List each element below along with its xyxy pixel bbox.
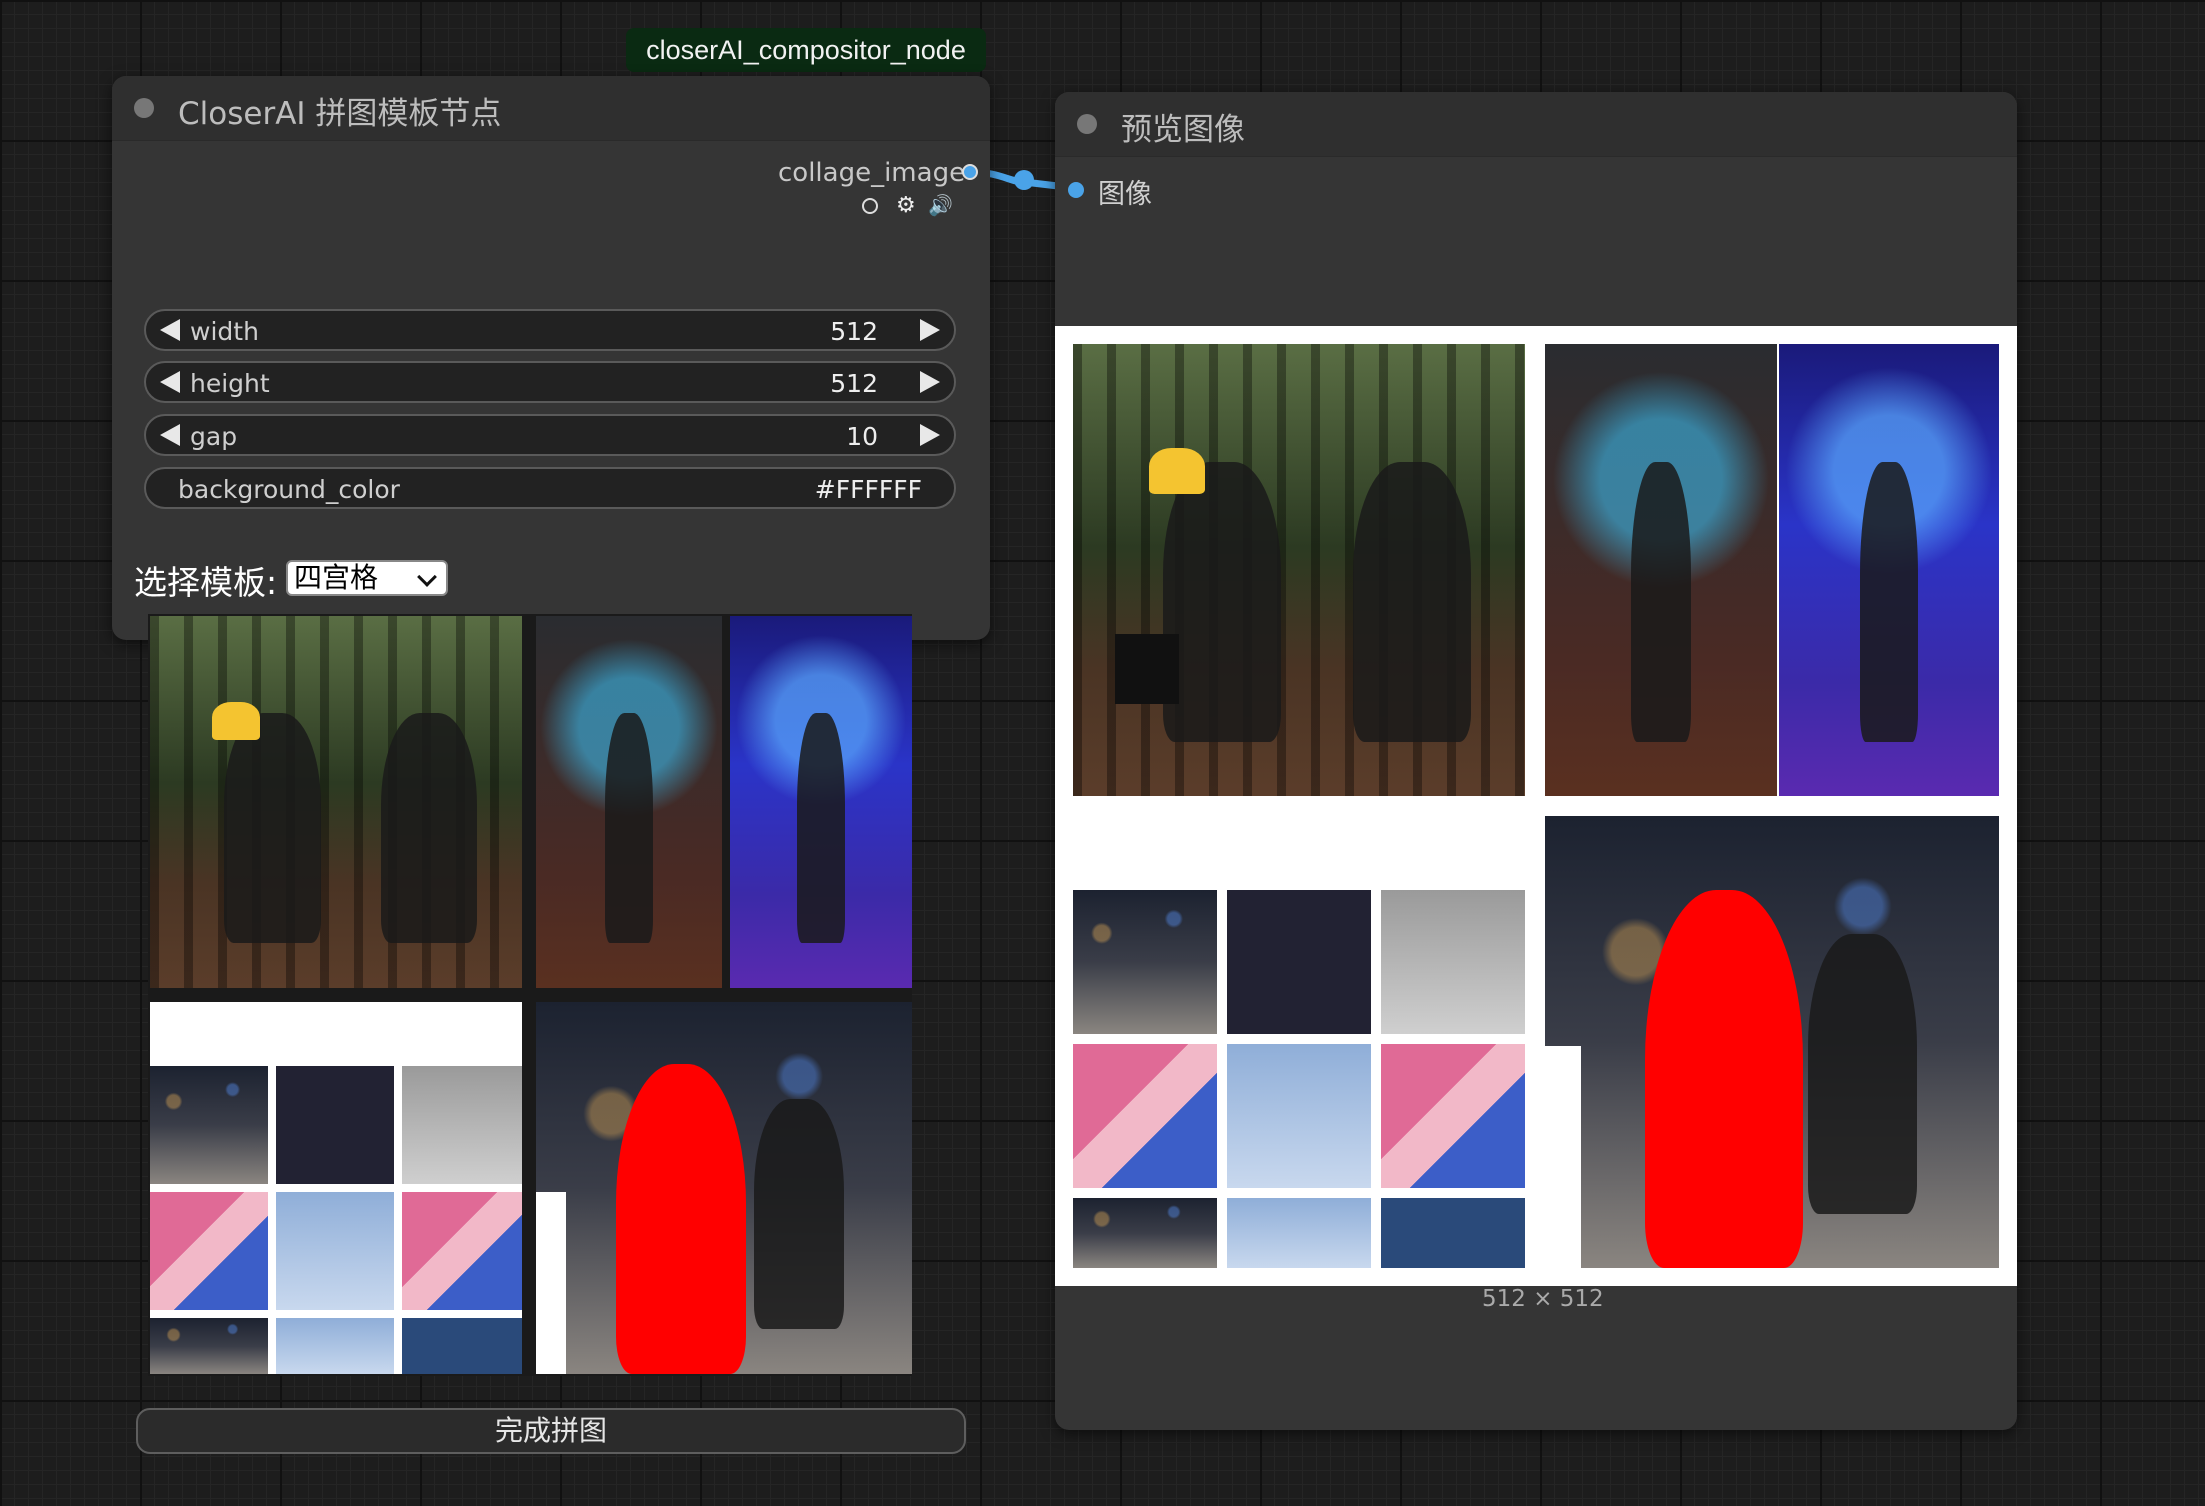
gap-value[interactable]: 10	[846, 422, 878, 451]
template-label: 选择模板:	[134, 563, 278, 602]
preview-image[interactable]	[1055, 326, 2017, 1286]
badge-circle-icon	[862, 198, 878, 214]
width-label: width	[190, 317, 259, 346]
decrement-arrow-icon[interactable]	[160, 319, 180, 341]
background-color-value[interactable]: #FFFFFF	[815, 475, 922, 504]
compositor-node-title: CloserAI 拼图模板节点	[178, 96, 502, 132]
finish-collage-button[interactable]: 完成拼图	[136, 1408, 966, 1454]
preview-node-title: 预览图像	[1121, 112, 1245, 148]
height-widget[interactable]: height 512	[144, 361, 956, 403]
preview-tile-portrait-grid	[1073, 816, 1525, 1268]
increment-arrow-icon[interactable]	[920, 371, 940, 393]
width-value[interactable]: 512	[830, 317, 878, 346]
chevron-down-icon	[417, 567, 437, 587]
node-type-badge: closerAI_compositor_node	[626, 28, 986, 72]
preview-tile-forest	[1073, 344, 1525, 796]
compositor-node-titlebar[interactable]: CloserAI 拼图模板节点	[112, 76, 990, 141]
preview-tile-street-mask	[1545, 816, 1999, 1268]
speaker-icon: 🔊	[928, 193, 953, 217]
output-slot-dot[interactable]	[962, 164, 978, 180]
collage-tile-forest	[150, 616, 522, 988]
increment-arrow-icon[interactable]	[920, 424, 940, 446]
height-label: height	[190, 369, 270, 398]
decrement-arrow-icon[interactable]	[160, 424, 180, 446]
preview-tile-neon-left	[1545, 344, 1777, 796]
settings-gear-icon: ⚙	[896, 193, 916, 218]
collapse-dot-icon[interactable]	[1077, 114, 1097, 134]
collage-tile-neon-right	[730, 616, 912, 988]
collage-tile-neon-left	[536, 616, 722, 988]
input-slot-dot[interactable]	[1068, 182, 1084, 198]
preview-node-titlebar[interactable]: 预览图像	[1055, 92, 2017, 157]
width-widget[interactable]: width 512	[144, 309, 956, 351]
gap-widget[interactable]: gap 10	[144, 414, 956, 456]
preview-tile-neon-right	[1779, 344, 1999, 796]
increment-arrow-icon[interactable]	[920, 319, 940, 341]
collapse-dot-icon[interactable]	[134, 98, 154, 118]
preview-size-text: 512 × 512	[1482, 1286, 1604, 1312]
collage-tile-portrait-grid	[150, 1002, 522, 1374]
template-preview-collage	[148, 614, 912, 1376]
collage-tile-street-mask	[536, 1002, 912, 1374]
background-color-label: background_color	[178, 475, 400, 504]
background-color-widget[interactable]: background_color #FFFFFF	[144, 467, 956, 509]
gap-label: gap	[190, 422, 238, 451]
output-label: collage_image	[778, 158, 966, 188]
template-selected-value: 四宫格	[294, 561, 379, 594]
template-select[interactable]: 四宫格	[286, 560, 448, 596]
decrement-arrow-icon[interactable]	[160, 371, 180, 393]
input-label: 图像	[1098, 179, 1152, 210]
height-value[interactable]: 512	[830, 369, 878, 398]
